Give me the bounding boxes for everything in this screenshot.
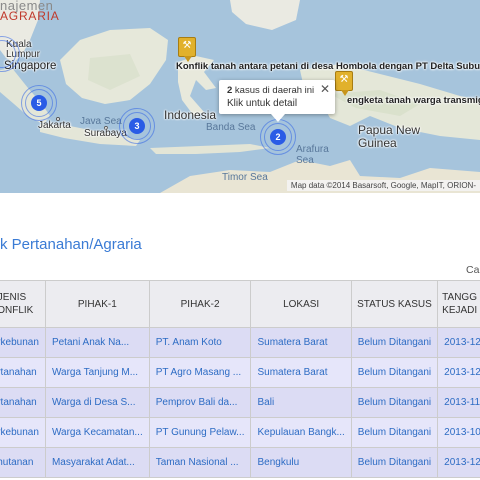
table-row: Kehutanan Masyarakat Adat... Taman Nasio… xyxy=(0,447,480,478)
cell-lokasi[interactable]: Kepulauan Bangk... xyxy=(250,417,352,448)
info-window: 2 kasus di daerah ini Klik untuk detail … xyxy=(219,80,335,122)
tractor-icon: ⚒ xyxy=(339,74,349,85)
conflict-marker-icon[interactable]: ⚒ xyxy=(178,37,196,62)
cell-lokasi[interactable]: Bali xyxy=(250,387,352,418)
column-header-label: JENIS KONFLIK xyxy=(0,292,34,316)
cell-pihak-2[interactable]: PT. Anam Koto xyxy=(148,327,252,358)
label-indonesia: Indonesia xyxy=(164,108,217,122)
cell-lokasi[interactable]: Sumatera Barat xyxy=(250,357,352,388)
column-header[interactable]: PIHAK-2 xyxy=(148,280,252,328)
table-header-row: JENIS KONFLIK PIHAK-1 PIHAK-2 LOKASI STA… xyxy=(0,280,480,328)
info-window-detail-link[interactable]: Klik untuk detail xyxy=(227,97,327,111)
close-icon[interactable]: ✕ xyxy=(320,82,330,96)
cell-pihak-1[interactable]: Warga di Desa S... xyxy=(44,387,150,418)
cell-tanggal[interactable]: 2013-11- xyxy=(437,387,480,418)
label-papua-new-guinea: Papua New Guinea xyxy=(358,123,421,150)
section-title: k Pertanahan/Agraria xyxy=(0,236,142,253)
cell-tanggal[interactable]: 2013-12- xyxy=(437,357,480,388)
cell-status-kasus[interactable]: Belum Ditangani xyxy=(350,327,439,358)
cell-tanggal[interactable]: 2013-12- xyxy=(437,447,480,478)
column-header-label: TANGG KEJADI xyxy=(442,292,478,316)
cell-jenis-konflik[interactable]: Pertanahan xyxy=(0,357,46,388)
cell-lokasi[interactable]: Bengkulu xyxy=(250,447,352,478)
conflict-table: JENIS KONFLIK PIHAK-1 PIHAK-2 LOKASI STA… xyxy=(0,280,480,478)
cell-status-kasus[interactable]: Belum Ditangani xyxy=(350,357,439,388)
marker-title[interactable]: Konflik tanah antara petani di desa Homb… xyxy=(176,61,480,72)
cell-jenis-konflik[interactable]: Perkebunan xyxy=(0,327,46,358)
label-arafura-sea: Arafura Sea xyxy=(296,144,329,166)
column-header[interactable]: STATUS KASUS xyxy=(350,280,439,328)
cell-pihak-2[interactable]: Pemprov Bali da... xyxy=(148,387,252,418)
map-attribution[interactable]: Map data ©2014 Basarsoft, Google, MapIT,… xyxy=(286,180,480,191)
cell-pihak-2[interactable]: PT Agro Masang ... xyxy=(148,357,252,388)
cluster-marker[interactable] xyxy=(0,36,20,72)
cell-status-kasus[interactable]: Belum Ditangani xyxy=(350,387,439,418)
column-header[interactable]: TANGG KEJADI xyxy=(437,280,480,328)
cell-jenis-konflik[interactable]: Pertanahan xyxy=(0,387,46,418)
column-header[interactable]: LOKASI xyxy=(250,280,352,328)
info-window-count-text: 2 kasus di daerah ini xyxy=(227,85,327,97)
info-window-text: kasus di daerah ini xyxy=(232,85,315,96)
marker-title[interactable]: engketa tanah warga transmigasi di Di xyxy=(347,95,480,106)
cell-tanggal[interactable]: 2013-10- xyxy=(437,417,480,448)
label-jakarta: Jakarta xyxy=(38,120,71,131)
cell-pihak-2[interactable]: Taman Nasional ... xyxy=(148,447,252,478)
cell-lokasi[interactable]: Sumatera Barat xyxy=(250,327,352,358)
column-header[interactable]: PIHAK-1 xyxy=(44,280,150,328)
cell-pihak-2[interactable]: PT Gunung Pelaw... xyxy=(148,417,252,448)
cluster-count: 5 xyxy=(31,95,47,111)
cluster-count: 3 xyxy=(129,118,145,134)
logo-line-2: AGRARIA xyxy=(0,9,60,23)
cluster-marker[interactable]: 3 xyxy=(119,108,155,144)
cell-pihak-1[interactable]: Petani Anak Na... xyxy=(44,327,150,358)
cluster-marker[interactable]: 2 xyxy=(260,119,296,155)
cluster-count: 2 xyxy=(270,129,286,145)
label-banda-sea: Banda Sea xyxy=(206,122,256,133)
tractor-icon: ⚒ xyxy=(182,40,192,51)
cell-pihak-1[interactable]: Masyarakat Adat... xyxy=(44,447,150,478)
column-header[interactable]: JENIS KONFLIK xyxy=(0,280,46,328)
conflict-table-container: JENIS KONFLIK PIHAK-1 PIHAK-2 LOKASI STA… xyxy=(0,280,480,480)
cell-jenis-konflik[interactable]: Perkebunan xyxy=(0,417,46,448)
table-row: Perkebunan Warga Kecamatan... PT Gunung … xyxy=(0,417,480,448)
cell-pihak-1[interactable]: Warga Kecamatan... xyxy=(44,417,150,448)
table-row: Perkebunan Petani Anak Na... PT. Anam Ko… xyxy=(0,327,480,358)
cell-tanggal[interactable]: 2013-12- xyxy=(437,327,480,358)
search-label: Ca xyxy=(466,264,480,276)
site-logo[interactable]: najemen AGRARIA xyxy=(0,0,60,22)
cell-status-kasus[interactable]: Belum Ditangani xyxy=(350,447,439,478)
label-timor-sea: Timor Sea xyxy=(222,172,268,183)
label-java-sea: Java Sea xyxy=(80,116,122,127)
cluster-marker[interactable]: 5 xyxy=(21,85,57,121)
table-row: Pertanahan Warga Tanjung M... PT Agro Ma… xyxy=(0,357,480,388)
cell-status-kasus[interactable]: Belum Ditangani xyxy=(350,417,439,448)
conflict-marker-icon[interactable]: ⚒ xyxy=(335,71,353,96)
table-row: Pertanahan Warga di Desa S... Pemprov Ba… xyxy=(0,387,480,418)
cell-pihak-1[interactable]: Warga Tanjung M... xyxy=(44,357,150,388)
map-view[interactable]: najemen AGRARIA Kuala Lumpur Singapore J… xyxy=(0,0,480,193)
cell-jenis-konflik[interactable]: Kehutanan xyxy=(0,447,46,478)
